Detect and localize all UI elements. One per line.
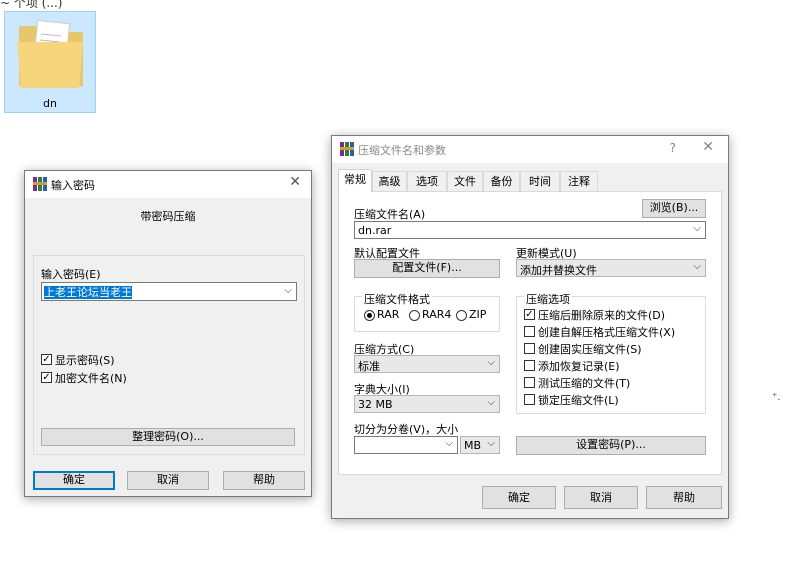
chevron-down-icon[interactable]: ⌵ (284, 285, 292, 296)
update-mode-select[interactable]: 添加并替换文件 ⌵ (516, 259, 706, 277)
chevron-down-icon[interactable]: ⌵ (487, 438, 495, 449)
folder-label: dn (43, 97, 57, 110)
method-value: 标准 (358, 360, 380, 373)
password-label: 输入密码(E) (41, 268, 101, 281)
update-mode-value: 添加并替换文件 (520, 264, 597, 277)
options-label: 压缩选项 (524, 291, 572, 307)
option-solid-checkbox[interactable] (524, 343, 535, 354)
option-sfx-checkbox[interactable] (524, 326, 535, 337)
option-recovery-label: 添加恢复记录(E) (538, 360, 620, 373)
option-lock-label: 锁定压缩文件(L) (538, 394, 619, 407)
tab-bar: 常规 高级 选项 文件 备份 时间 注释 (338, 169, 724, 193)
tab-backup[interactable]: 备份 (483, 171, 520, 191)
option-sfx-label: 创建自解压格式压缩文件(X) (538, 326, 676, 339)
split-unit-select[interactable]: MB ⌵ (460, 436, 500, 454)
tab-options[interactable]: 选项 (407, 171, 447, 191)
archive-dialog: 压缩文件名和参数 ? ✕ 常规 高级 选项 文件 备份 时间 注释 压缩文件名(… (331, 135, 729, 519)
dict-value: 32 MB (358, 398, 393, 411)
cancel-button[interactable]: 取消 (564, 486, 638, 509)
ok-button[interactable]: 确定 (482, 486, 556, 509)
chevron-down-icon[interactable]: ⌵ (487, 357, 495, 368)
password-value: 上老王论坛当老王 (44, 286, 132, 299)
archive-name-label: 压缩文件名(A) (354, 208, 426, 221)
encrypt-names-checkbox[interactable]: ✓ (41, 372, 52, 383)
split-label: 切分为分卷(V)，大小 (354, 423, 459, 436)
profile-button[interactable]: 配置文件(F)... (354, 259, 500, 278)
format-rar4-label: RAR4 (422, 308, 452, 321)
browse-button[interactable]: 浏览(B)... (642, 199, 706, 218)
tab-general[interactable]: 常规 (338, 169, 372, 192)
password-input[interactable]: 上老王论坛当老王 ⌵ (41, 282, 297, 301)
tab-time[interactable]: 时间 (520, 171, 560, 191)
password-dialog: 输入密码 ✕ 带密码压缩 输入密码(E) 上老王论坛当老王 ⌵ ✓ 显示密码(S… (24, 170, 312, 497)
password-header: 带密码压缩 (140, 210, 196, 223)
tab-comment[interactable]: 注释 (560, 171, 598, 191)
archive-titlebar: 压缩文件名和参数 ? ✕ (332, 136, 728, 163)
stray-mark: ⁺. (772, 392, 781, 403)
cancel-button[interactable]: 取消 (127, 471, 209, 490)
format-zip-radio[interactable] (456, 310, 467, 321)
folder-icon (17, 19, 83, 88)
chevron-down-icon[interactable]: ⌵ (445, 438, 453, 449)
chevron-down-icon[interactable]: ⌵ (487, 397, 495, 408)
format-rar4-radio[interactable] (409, 310, 420, 321)
dict-select[interactable]: 32 MB ⌵ (354, 395, 500, 413)
tab-advanced[interactable]: 高级 (372, 171, 407, 191)
show-password-checkbox[interactable]: ✓ (41, 354, 52, 365)
winrar-icon (33, 177, 47, 191)
chevron-down-icon[interactable]: ⌵ (693, 261, 701, 272)
archive-dialog-title: 压缩文件名和参数 (358, 144, 446, 157)
ok-button[interactable]: 确定 (33, 471, 115, 490)
option-delete-checkbox[interactable]: ✓ (524, 309, 535, 320)
help-button[interactable]: 帮助 (646, 486, 722, 509)
chevron-down-icon[interactable]: ⌵ (693, 223, 701, 234)
format-zip-label: ZIP (469, 308, 487, 321)
option-test-label: 测试压缩的文件(T) (538, 377, 631, 390)
option-lock-checkbox[interactable] (524, 394, 535, 405)
help-button[interactable]: 帮助 (223, 471, 305, 490)
help-icon[interactable]: ? (670, 141, 676, 155)
winrar-icon (340, 142, 354, 156)
close-icon[interactable]: ✕ (289, 174, 301, 190)
option-solid-label: 创建固实压缩文件(S) (538, 343, 642, 356)
format-rar-label: RAR (377, 308, 400, 321)
organize-passwords-button[interactable]: 整理密码(O)... (41, 428, 295, 446)
set-password-button[interactable]: 设置密码(P)... (516, 436, 706, 455)
option-test-checkbox[interactable] (524, 377, 535, 388)
method-select[interactable]: 标准 ⌵ (354, 355, 500, 373)
show-password-label: 显示密码(S) (55, 354, 115, 367)
password-dialog-title: 输入密码 (51, 179, 95, 192)
split-unit-value: MB (464, 439, 482, 452)
archive-name-value: dn.rar (358, 224, 392, 237)
split-size-input[interactable]: ⌵ (354, 436, 458, 454)
format-label: 压缩文件格式 (362, 291, 432, 307)
top-crop-text: ~ 个项 (...) (0, 0, 63, 10)
encrypt-names-label: 加密文件名(N) (55, 372, 127, 385)
option-delete-label: 压缩后删除原来的文件(D) (538, 309, 666, 322)
format-rar-radio[interactable] (364, 310, 375, 321)
password-titlebar: 输入密码 ✕ (25, 171, 311, 198)
tab-files[interactable]: 文件 (447, 171, 483, 191)
option-recovery-checkbox[interactable] (524, 360, 535, 371)
close-icon[interactable]: ✕ (702, 139, 714, 155)
archive-name-input[interactable]: dn.rar ⌵ (354, 221, 706, 239)
